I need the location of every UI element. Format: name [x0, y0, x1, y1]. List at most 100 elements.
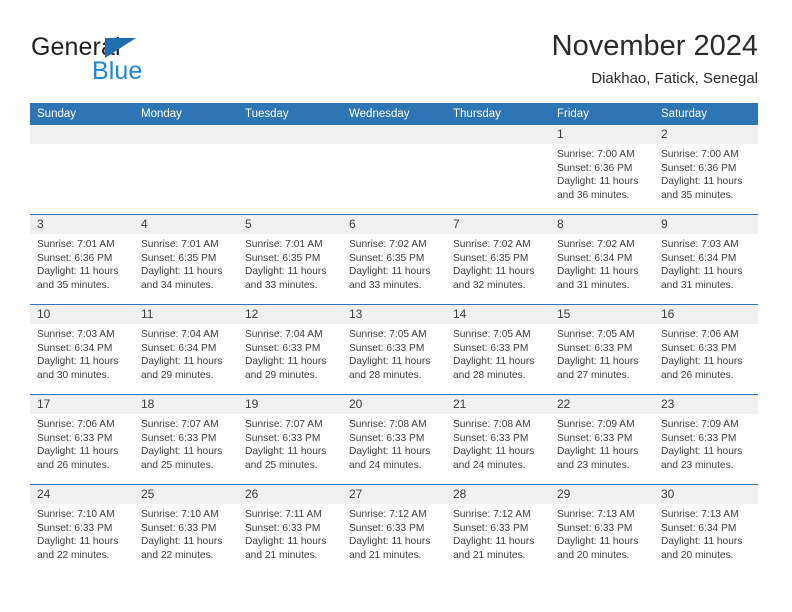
calendar-week-row: 17 Sunrise: 7:06 AM Sunset: 6:33 PM Dayligh… — [30, 394, 758, 485]
day-number: 22 — [550, 395, 654, 414]
calendar-day-cell[interactable]: 3 Sunrise: 7:01 AM Sunset: 6:36 PM Daylight… — [30, 214, 134, 305]
daylight-text: Daylight: 11 hours and 24 minutes. — [453, 446, 535, 471]
sunset-text: Sunset: 6:33 PM — [141, 522, 217, 534]
sunset-text: Sunset: 6:33 PM — [557, 342, 633, 354]
sunset-text: Sunset: 6:35 PM — [453, 252, 529, 264]
calendar-day-cell-empty — [238, 125, 342, 215]
calendar-week-row: 3 Sunrise: 7:01 AM Sunset: 6:36 PM Daylight… — [30, 214, 758, 305]
daylight-text: Daylight: 11 hours and 29 minutes. — [245, 356, 327, 381]
calendar-day-cell[interactable]: 2 Sunrise: 7:00 AM Sunset: 6:36 PM Daylight… — [654, 125, 758, 215]
calendar-day-cell[interactable]: 15 Sunrise: 7:05 AM Sunset: 6:33 PM Dayligh… — [550, 304, 654, 395]
daylight-text: Daylight: 11 hours and 21 minutes. — [349, 536, 431, 561]
day-sun-info: Sunrise: 7:08 AM Sunset: 6:33 PM Daylight:… — [446, 414, 550, 472]
day-box: 13 Sunrise: 7:05 AM Sunset: 6:33 PM Dayligh… — [342, 305, 446, 394]
sunrise-text: Sunrise: 7:02 AM — [557, 239, 635, 250]
sunset-text: Sunset: 6:33 PM — [349, 522, 425, 534]
day-number: 23 — [654, 395, 758, 414]
day-sun-info: Sunrise: 7:07 AM Sunset: 6:33 PM Daylight:… — [238, 414, 342, 472]
calendar-day-cell[interactable]: 17 Sunrise: 7:06 AM Sunset: 6:33 PM Dayligh… — [30, 394, 134, 485]
day-box: 15 Sunrise: 7:05 AM Sunset: 6:33 PM Dayligh… — [550, 305, 654, 394]
day-number: 1 — [550, 125, 654, 144]
calendar-day-cell[interactable]: 8 Sunrise: 7:02 AM Sunset: 6:34 PM Daylight… — [550, 214, 654, 305]
calendar-day-cell-empty — [446, 125, 550, 215]
sunrise-text: Sunrise: 7:09 AM — [661, 419, 739, 430]
weekday-header-thursday: Thursday — [446, 103, 550, 125]
calendar-day-cell[interactable]: 13 Sunrise: 7:05 AM Sunset: 6:33 PM Dayligh… — [342, 304, 446, 395]
calendar-day-cell[interactable]: 11 Sunrise: 7:04 AM Sunset: 6:34 PM Dayligh… — [134, 304, 238, 395]
calendar-week-row: 24 Sunrise: 7:10 AM Sunset: 6:33 PM Dayligh… — [30, 484, 758, 574]
sunset-text: Sunset: 6:34 PM — [661, 522, 737, 534]
day-sun-info: Sunrise: 7:05 AM Sunset: 6:33 PM Daylight:… — [342, 324, 446, 382]
day-sun-info: Sunrise: 7:02 AM Sunset: 6:35 PM Daylight:… — [446, 234, 550, 292]
calendar-day-cell[interactable]: 9 Sunrise: 7:03 AM Sunset: 6:34 PM Daylight… — [654, 214, 758, 305]
calendar-day-cell[interactable]: 21 Sunrise: 7:08 AM Sunset: 6:33 PM Dayligh… — [446, 394, 550, 485]
sunrise-text: Sunrise: 7:07 AM — [141, 419, 219, 430]
day-sun-info: Sunrise: 7:07 AM Sunset: 6:33 PM Daylight:… — [134, 414, 238, 472]
calendar-day-cell[interactable]: 10 Sunrise: 7:03 AM Sunset: 6:34 PM Dayligh… — [30, 304, 134, 395]
sunset-text: Sunset: 6:33 PM — [37, 522, 113, 534]
weekday-header-friday: Friday — [550, 103, 654, 125]
flag-triangle-icon — [105, 38, 136, 58]
calendar-day-cell[interactable]: 16 Sunrise: 7:06 AM Sunset: 6:33 PM Dayligh… — [654, 304, 758, 395]
calendar-day-cell[interactable]: 4 Sunrise: 7:01 AM Sunset: 6:35 PM Daylight… — [134, 214, 238, 305]
sunrise-text: Sunrise: 7:13 AM — [557, 509, 635, 520]
calendar-day-cell[interactable]: 23 Sunrise: 7:09 AM Sunset: 6:33 PM Dayligh… — [654, 394, 758, 485]
calendar-day-cell[interactable]: 25 Sunrise: 7:10 AM Sunset: 6:33 PM Dayligh… — [134, 484, 238, 574]
day-sun-info: Sunrise: 7:11 AM Sunset: 6:33 PM Daylight:… — [238, 504, 342, 562]
day-number — [342, 125, 446, 144]
calendar-day-cell[interactable]: 22 Sunrise: 7:09 AM Sunset: 6:33 PM Dayligh… — [550, 394, 654, 485]
calendar-day-cell[interactable]: 20 Sunrise: 7:08 AM Sunset: 6:33 PM Dayligh… — [342, 394, 446, 485]
general-blue-logo[interactable]: General Blue — [31, 33, 261, 85]
day-number: 5 — [238, 215, 342, 234]
day-box: 24 Sunrise: 7:10 AM Sunset: 6:33 PM Dayligh… — [30, 485, 134, 574]
daylight-text: Daylight: 11 hours and 22 minutes. — [37, 536, 119, 561]
day-box: 1 Sunrise: 7:00 AM Sunset: 6:36 PM Daylight… — [550, 125, 654, 214]
calendar-day-cell[interactable]: 5 Sunrise: 7:01 AM Sunset: 6:35 PM Daylight… — [238, 214, 342, 305]
calendar-day-cell[interactable]: 14 Sunrise: 7:05 AM Sunset: 6:33 PM Dayligh… — [446, 304, 550, 395]
day-number: 30 — [654, 485, 758, 504]
calendar-day-cell[interactable]: 18 Sunrise: 7:07 AM Sunset: 6:33 PM Dayligh… — [134, 394, 238, 485]
day-box: 29 Sunrise: 7:13 AM Sunset: 6:33 PM Dayligh… — [550, 485, 654, 574]
daylight-text: Daylight: 11 hours and 24 minutes. — [349, 446, 431, 471]
day-box: 25 Sunrise: 7:10 AM Sunset: 6:33 PM Dayligh… — [134, 485, 238, 574]
daylight-text: Daylight: 11 hours and 20 minutes. — [557, 536, 639, 561]
sunrise-text: Sunrise: 7:08 AM — [349, 419, 427, 430]
sunrise-text: Sunrise: 7:10 AM — [37, 509, 115, 520]
calendar-day-cell[interactable]: 28 Sunrise: 7:12 AM Sunset: 6:33 PM Dayligh… — [446, 484, 550, 574]
day-sun-info: Sunrise: 7:06 AM Sunset: 6:33 PM Daylight:… — [30, 414, 134, 472]
sunset-text: Sunset: 6:33 PM — [245, 522, 321, 534]
day-box — [446, 125, 550, 214]
day-number: 29 — [550, 485, 654, 504]
calendar-day-cell[interactable]: 26 Sunrise: 7:11 AM Sunset: 6:33 PM Dayligh… — [238, 484, 342, 574]
logo-text-blue: Blue — [92, 57, 143, 85]
calendar-day-cell[interactable]: 12 Sunrise: 7:04 AM Sunset: 6:33 PM Dayligh… — [238, 304, 342, 395]
calendar-day-cell[interactable]: 27 Sunrise: 7:12 AM Sunset: 6:33 PM Dayligh… — [342, 484, 446, 574]
day-box: 27 Sunrise: 7:12 AM Sunset: 6:33 PM Dayligh… — [342, 485, 446, 574]
day-sun-info: Sunrise: 7:01 AM Sunset: 6:35 PM Daylight:… — [238, 234, 342, 292]
calendar-day-cell[interactable]: 19 Sunrise: 7:07 AM Sunset: 6:33 PM Dayligh… — [238, 394, 342, 485]
day-sun-info: Sunrise: 7:06 AM Sunset: 6:33 PM Daylight:… — [654, 324, 758, 382]
day-sun-info: Sunrise: 7:04 AM Sunset: 6:34 PM Daylight:… — [134, 324, 238, 382]
daylight-text: Daylight: 11 hours and 28 minutes. — [349, 356, 431, 381]
sunrise-text: Sunrise: 7:02 AM — [349, 239, 427, 250]
day-box: 21 Sunrise: 7:08 AM Sunset: 6:33 PM Dayligh… — [446, 395, 550, 484]
day-number: 7 — [446, 215, 550, 234]
calendar-day-cell[interactable]: 1 Sunrise: 7:00 AM Sunset: 6:36 PM Daylight… — [550, 125, 654, 215]
day-number: 17 — [30, 395, 134, 414]
calendar-day-cell[interactable]: 7 Sunrise: 7:02 AM Sunset: 6:35 PM Daylight… — [446, 214, 550, 305]
calendar-day-cell[interactable]: 24 Sunrise: 7:10 AM Sunset: 6:33 PM Dayligh… — [30, 484, 134, 574]
weekday-header-monday: Monday — [134, 103, 238, 125]
calendar-day-cell-empty — [134, 125, 238, 215]
sunrise-text: Sunrise: 7:04 AM — [141, 329, 219, 340]
day-number: 28 — [446, 485, 550, 504]
day-box — [342, 125, 446, 214]
calendar-day-cell[interactable]: 30 Sunrise: 7:13 AM Sunset: 6:34 PM Dayligh… — [654, 484, 758, 574]
daylight-text: Daylight: 11 hours and 21 minutes. — [245, 536, 327, 561]
day-number: 9 — [654, 215, 758, 234]
day-number: 25 — [134, 485, 238, 504]
page-subtitle: Diakhao, Fatick, Senegal — [591, 70, 758, 87]
day-box: 18 Sunrise: 7:07 AM Sunset: 6:33 PM Dayligh… — [134, 395, 238, 484]
calendar-day-cell[interactable]: 6 Sunrise: 7:02 AM Sunset: 6:35 PM Daylight… — [342, 214, 446, 305]
sunset-text: Sunset: 6:33 PM — [661, 432, 737, 444]
calendar-day-cell[interactable]: 29 Sunrise: 7:13 AM Sunset: 6:33 PM Dayligh… — [550, 484, 654, 574]
